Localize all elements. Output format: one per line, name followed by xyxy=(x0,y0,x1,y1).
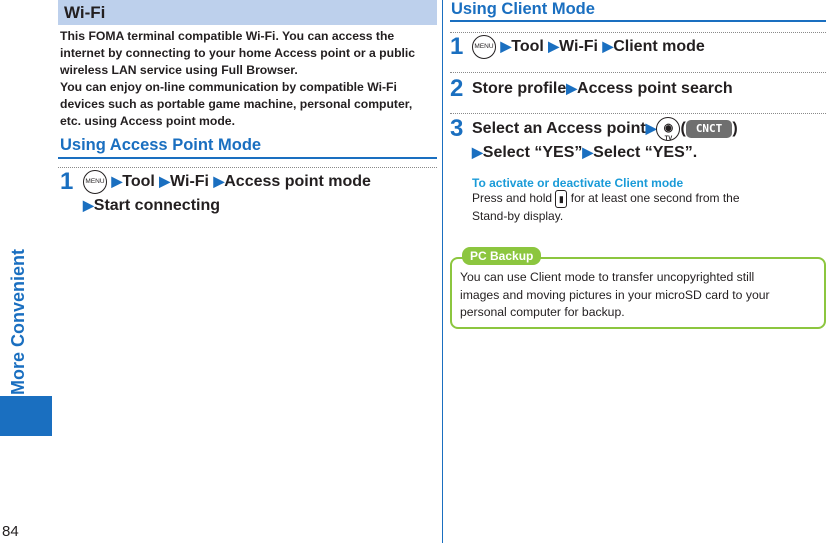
arrow-icon: ▶ xyxy=(159,173,171,190)
pc-backup-badge: PC Backup xyxy=(462,247,542,265)
side-tab: More Convenient xyxy=(0,0,52,543)
cnct-softkey: CNCT xyxy=(685,120,733,138)
step-item: Store profile xyxy=(472,80,567,97)
step-item: Wi-Fi xyxy=(170,173,209,191)
arrow-icon: ▶ xyxy=(548,38,560,55)
arrow-icon: ▶ xyxy=(83,197,94,213)
left-column: Wi-Fi This FOMA terminal compatible Wi-F… xyxy=(58,0,437,217)
side-key-icon: ▮ xyxy=(555,190,568,208)
arrow-icon: ▶ xyxy=(566,80,578,96)
dotted-divider xyxy=(450,72,826,73)
arrow-icon: ▶ xyxy=(582,144,594,160)
step-number: 2 xyxy=(450,75,464,102)
arrow-icon: ▶ xyxy=(602,38,614,55)
arrow-icon: ▶ xyxy=(213,173,225,190)
pc-backup-line: images and moving pictures in your micro… xyxy=(460,287,770,302)
page-number: 84 xyxy=(2,523,19,540)
right-step-1: 1 MENU ▶Tool ▶Wi-Fi ▶Client mode xyxy=(450,35,826,69)
intro-text: This FOMA terminal compatible Wi-Fi. You… xyxy=(58,28,437,130)
note-text-part: Stand-by display. xyxy=(472,209,564,223)
right-step-2: 2 Store profile▶Access point search xyxy=(450,77,826,111)
step-item: Select “YES” xyxy=(482,144,583,161)
step-item: Client mode xyxy=(613,38,705,56)
step-item: Select “YES”. xyxy=(593,144,698,161)
intro-line: wireless LAN service using Full Browser. xyxy=(60,63,298,77)
step-item: Start connecting xyxy=(93,197,221,214)
step-item: Tool xyxy=(122,173,155,191)
note-title: To activate or deactivate Client mode xyxy=(472,176,684,190)
intro-line: You can enjoy on-line communication by c… xyxy=(60,80,397,94)
pc-backup-line: personal computer for backup. xyxy=(460,305,625,319)
intro-line: This FOMA terminal compatible Wi-Fi. You… xyxy=(60,29,395,43)
pc-backup-line: You can use Client mode to transfer unco… xyxy=(460,270,755,284)
note-text-part: for at least one second from the xyxy=(570,191,740,206)
intro-line: devices such as portable game machine, p… xyxy=(60,97,413,111)
right-column: Using Client Mode 1 MENU ▶Tool ▶Wi-Fi ▶C… xyxy=(450,0,826,329)
pc-backup-text: You can use Client mode to transfer unco… xyxy=(460,269,815,322)
dotted-divider xyxy=(58,167,437,168)
arrow-icon: ▶ xyxy=(645,120,657,137)
step-item: Wi-Fi xyxy=(559,38,598,56)
step-item: Select an Access point xyxy=(472,120,646,138)
note-text-part: Press and hold xyxy=(472,191,553,206)
arrow-icon: ▶ xyxy=(500,38,512,55)
section-title: Wi-Fi xyxy=(58,0,437,25)
intro-line: internet by connecting to your home Acce… xyxy=(60,46,416,60)
client-mode-note: To activate or deactivate Client mode Pr… xyxy=(450,176,826,225)
client-mode-title: Using Client Mode xyxy=(450,0,826,22)
left-step-1: 1 MENU ▶Tool ▶Wi-Fi ▶Access point mode ▶… xyxy=(58,170,437,217)
step-number: 1 xyxy=(450,33,464,60)
camera-key-icon: ◉ TV xyxy=(656,117,681,142)
arrow-icon: ▶ xyxy=(111,173,123,190)
side-tab-block xyxy=(0,396,52,436)
access-point-mode-title: Using Access Point Mode xyxy=(58,136,437,159)
dotted-divider xyxy=(450,32,826,33)
dotted-divider xyxy=(450,113,826,114)
step-number: 3 xyxy=(450,115,464,142)
menu-key-icon: MENU xyxy=(472,35,496,59)
pc-backup-box: PC Backup You can use Client mode to tra… xyxy=(450,247,826,329)
intro-line: etc. using Access point mode. xyxy=(60,114,235,128)
step-item: Access point mode xyxy=(224,173,371,191)
right-step-3: 3 Select an Access point▶ ◉ TV(CNCT) ▶Sele… xyxy=(450,115,738,162)
step-item: Tool xyxy=(511,38,544,56)
side-tab-label: More Convenient xyxy=(8,248,28,395)
step-number: 1 xyxy=(60,168,74,195)
note-text: Press and hold ▮ for at least one second… xyxy=(472,190,826,225)
step-item: Access point search xyxy=(577,80,733,97)
column-divider xyxy=(442,0,443,543)
menu-key-icon: MENU xyxy=(83,170,107,194)
arrow-icon: ▶ xyxy=(472,144,483,160)
